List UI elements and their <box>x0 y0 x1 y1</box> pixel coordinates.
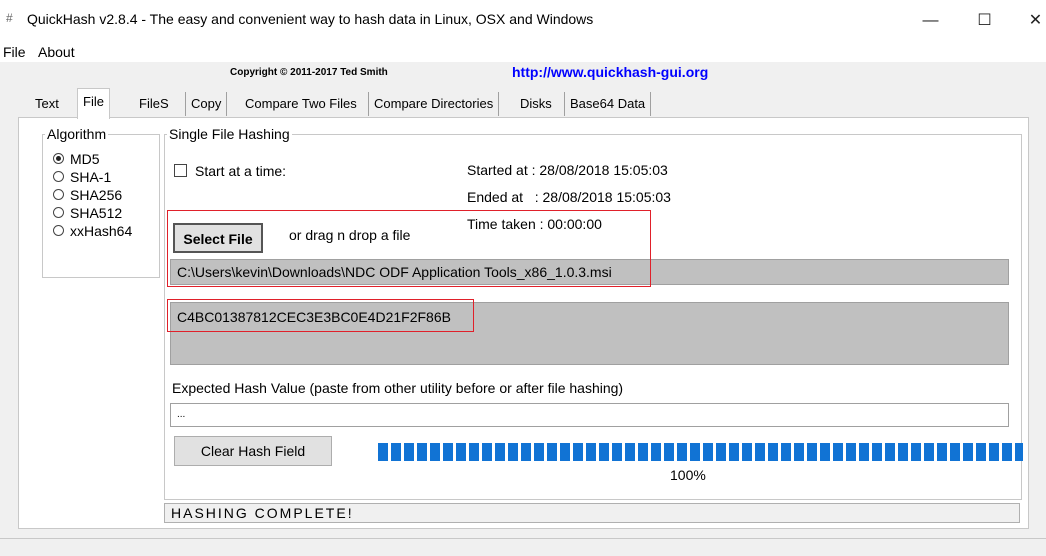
copyright-label: Copyright © 2011-2017 Ted Smith <box>230 67 388 78</box>
radio-icon <box>53 225 64 236</box>
algorithm-group: Algorithm MD5 SHA-1 SHA256 SHA512 xxHash… <box>42 126 160 278</box>
progress-bar <box>378 443 1023 461</box>
tab-compare-directories[interactable]: Compare Directories <box>368 92 500 116</box>
radio-xxhash64[interactable]: xxHash64 <box>53 222 132 240</box>
tab-base64-data[interactable]: Base64 Data <box>564 92 652 116</box>
radio-sha256[interactable]: SHA256 <box>53 186 122 204</box>
close-button[interactable]: ✕ <box>1013 6 1046 36</box>
radio-icon <box>53 189 64 200</box>
checkbox-icon <box>174 164 187 177</box>
start-at-checkbox[interactable]: Start at a time: <box>174 163 286 179</box>
highlight-hash-result <box>167 299 474 332</box>
radio-md5[interactable]: MD5 <box>53 150 100 168</box>
status-label: HASHING COMPLETE! <box>164 503 1020 523</box>
progress-percent: 100% <box>670 467 706 483</box>
app-icon: # <box>6 11 13 25</box>
start-at-label: Start at a time: <box>195 163 287 179</box>
minimize-button[interactable]: — <box>908 6 953 36</box>
radio-label: SHA512 <box>70 205 123 221</box>
menu-bar <box>0 40 1046 62</box>
tab-text[interactable]: Text <box>30 92 64 116</box>
window-title: QuickHash v2.8.4 - The easy and convenie… <box>27 11 594 27</box>
radio-sha512[interactable]: SHA512 <box>53 204 122 222</box>
expected-hash-label: Expected Hash Value (paste from other ut… <box>172 380 624 396</box>
radio-icon <box>53 207 64 218</box>
tab-disks[interactable]: Disks <box>515 92 557 116</box>
website-link[interactable]: http://www.quickhash-gui.org <box>512 64 708 80</box>
radio-icon <box>53 171 64 182</box>
ended-at-label: Ended at : 28/08/2018 15:05:03 <box>467 189 671 205</box>
radio-label: MD5 <box>70 151 100 167</box>
tab-file[interactable]: File <box>77 88 110 119</box>
radio-sha1[interactable]: SHA-1 <box>53 168 111 186</box>
single-file-hashing-legend: Single File Hashing <box>169 126 290 142</box>
maximize-button[interactable]: ☐ <box>962 6 1007 36</box>
tab-compare-two-files[interactable]: Compare Two Files <box>240 92 362 116</box>
menu-file[interactable]: File <box>3 44 26 60</box>
expected-hash-input[interactable]: ... <box>170 403 1009 427</box>
radio-selected-icon <box>53 153 64 164</box>
highlight-select-file <box>167 210 651 287</box>
tab-copy[interactable]: Copy <box>185 92 228 116</box>
algorithm-legend: Algorithm <box>47 126 107 142</box>
status-divider <box>0 538 1046 539</box>
started-at-label: Started at : 28/08/2018 15:05:03 <box>467 162 668 178</box>
radio-label: SHA-1 <box>70 169 112 185</box>
menu-about[interactable]: About <box>38 44 75 60</box>
tab-files[interactable]: FileS <box>134 92 174 116</box>
radio-label: xxHash64 <box>70 223 133 239</box>
clear-hash-field-button[interactable]: Clear Hash Field <box>174 436 332 466</box>
radio-label: SHA256 <box>70 187 123 203</box>
